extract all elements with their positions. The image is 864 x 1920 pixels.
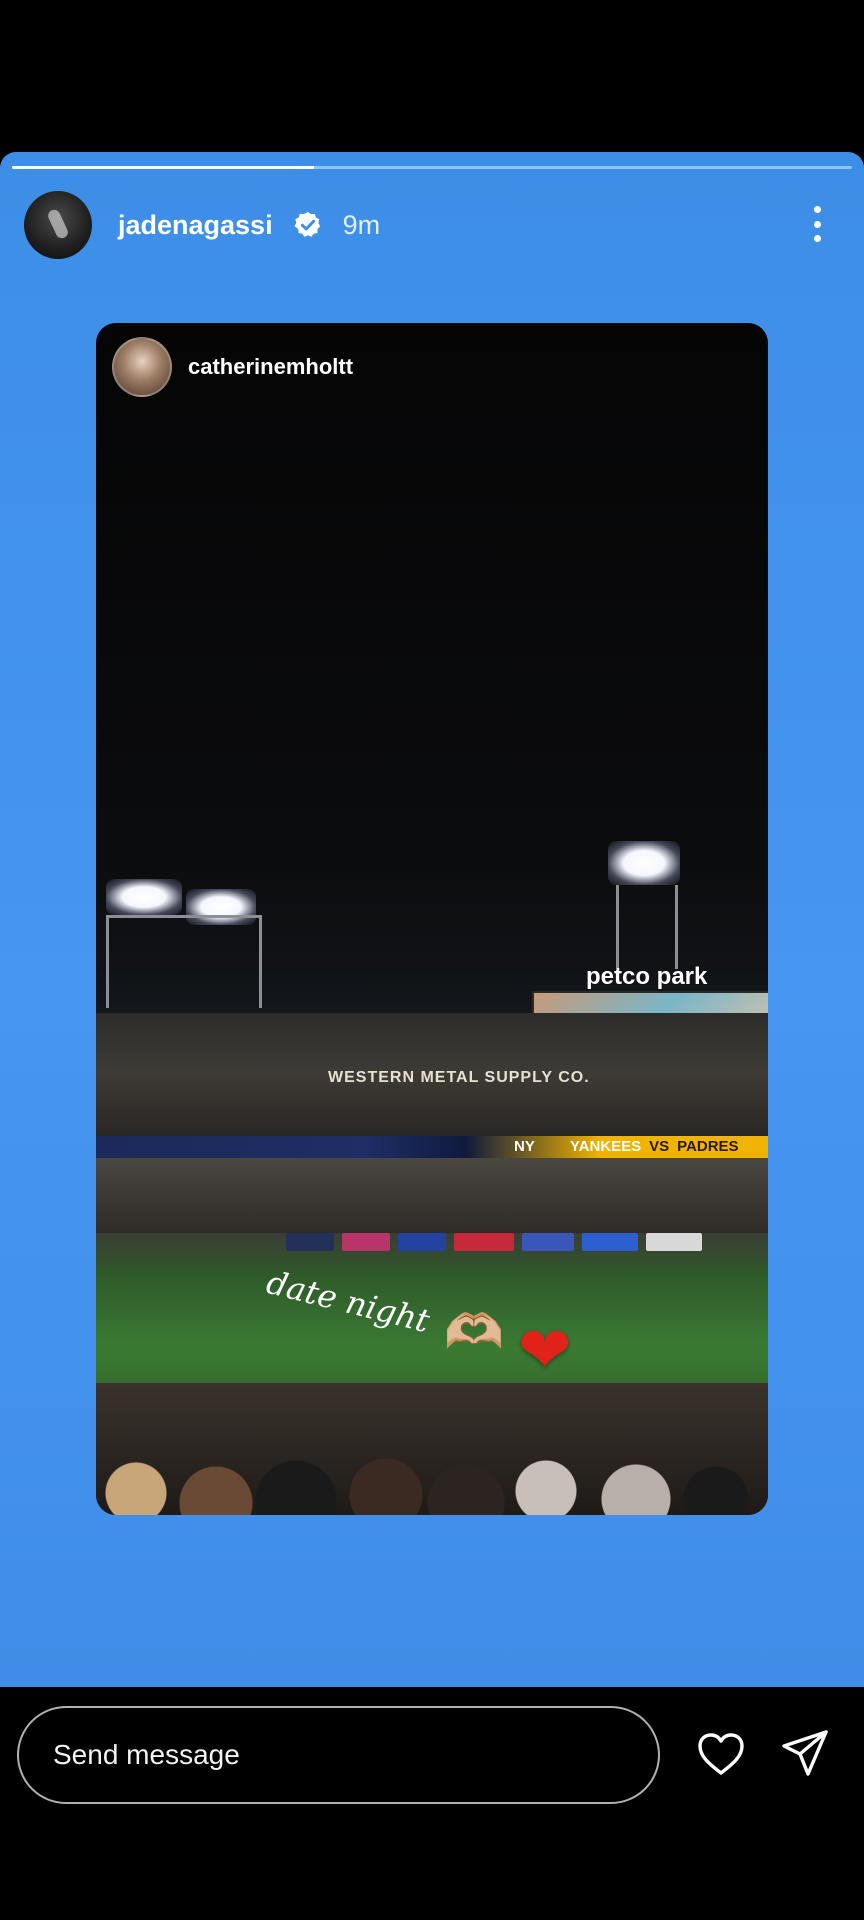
shared-post-header: catherinemholtt [112, 337, 353, 397]
post-time: 9m [342, 209, 381, 240]
send-message-input[interactable] [51, 1738, 615, 1772]
shared-post-avatar[interactable] [112, 337, 172, 397]
more-vertical-icon[interactable] [812, 206, 822, 242]
red-heart-emoji-icon: ❤ [518, 1314, 572, 1386]
date-night-sticker: date night [262, 1263, 434, 1341]
facade-sign: WESTERN METAL SUPPLY CO. [328, 1069, 590, 1086]
send-icon[interactable] [780, 1728, 830, 1778]
ribbon-team-padres: PADRES [677, 1138, 739, 1155]
stadium-tower-left [106, 915, 262, 1008]
stadium-lower-stands [96, 1158, 768, 1233]
verified-badge-icon [294, 211, 320, 237]
story-progress-fill [12, 166, 315, 169]
stadium-tower-right [616, 885, 678, 969]
author-username[interactable]: jadenagassi [118, 210, 273, 241]
story-header: jadenagassi 9m [24, 190, 840, 260]
story-viewer[interactable]: jadenagassi 9m catherinemholtt petco par… [0, 152, 864, 1687]
heart-hands-emoji-icon: 🫶🏼 [444, 1306, 504, 1359]
story-progress-bar [12, 166, 852, 169]
outfield-ad-boards [286, 1233, 702, 1253]
ribbon-vs: VS [649, 1138, 670, 1155]
stadium-light-left-1 [106, 879, 182, 915]
stadium-light-right [608, 841, 680, 885]
heart-icon[interactable] [696, 1731, 746, 1777]
ribbon-ny-logo: NY [514, 1138, 535, 1155]
shared-post-username[interactable]: catherinemholtt [188, 354, 353, 380]
send-message-bar[interactable] [17, 1706, 660, 1804]
shared-post-card[interactable]: catherinemholtt petco park NY SD WESTERN… [96, 323, 768, 1515]
park-sign: petco park [586, 963, 708, 990]
ribbon-matchup: YANKEES VS PADRES [570, 1136, 739, 1158]
author-avatar[interactable] [24, 191, 92, 259]
crowd-foreground [96, 1383, 768, 1515]
ribbon-team-yankees: YANKEES [570, 1138, 642, 1155]
